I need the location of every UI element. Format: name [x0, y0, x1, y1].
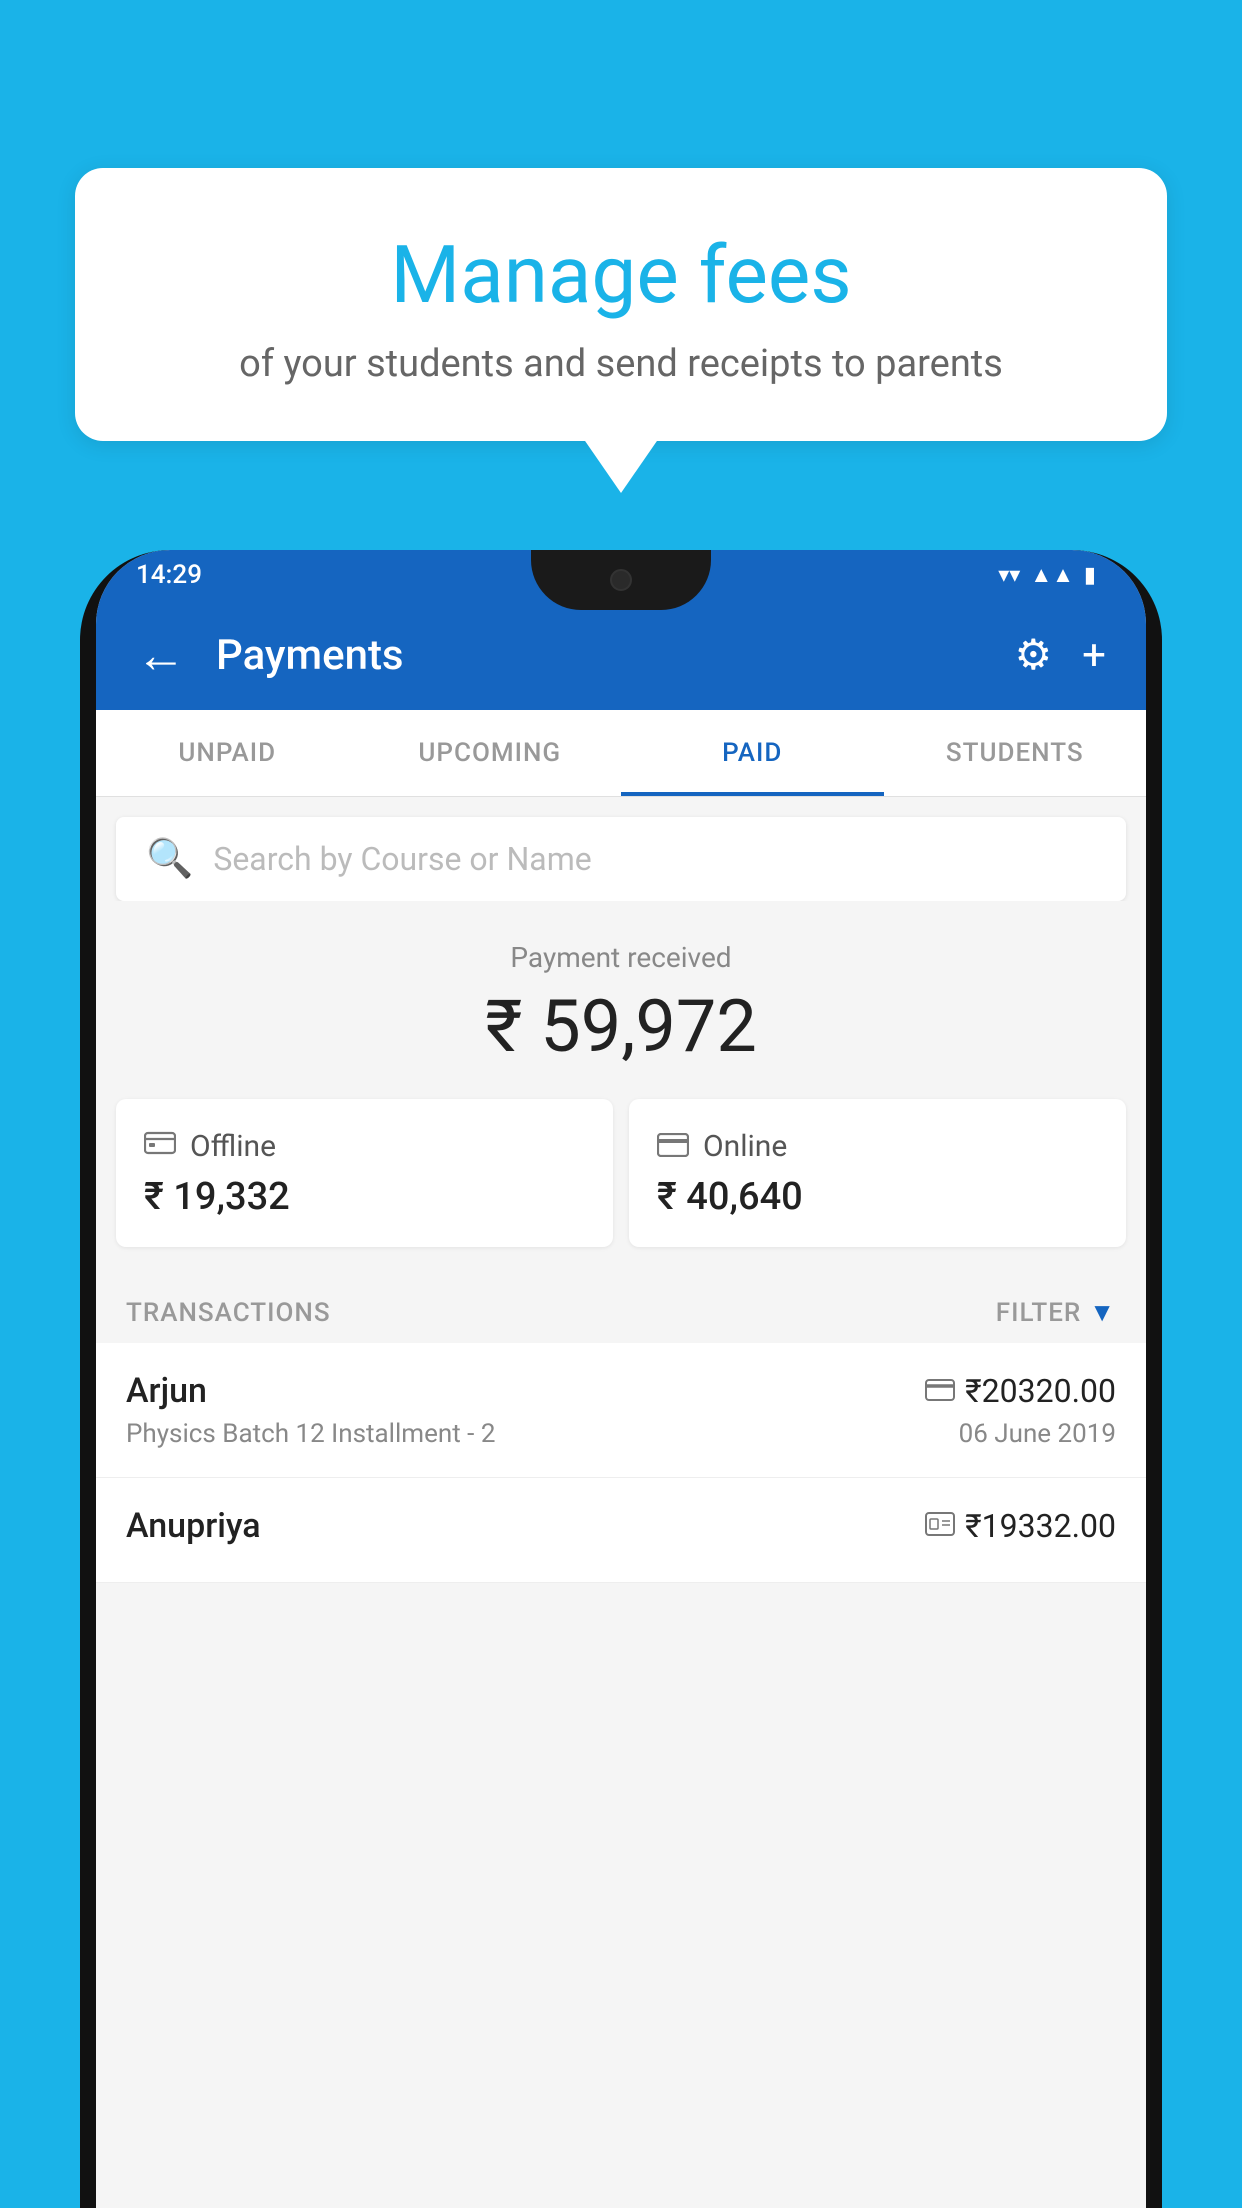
transactions-label: TRANSACTIONS — [126, 1298, 331, 1328]
online-card-header: Online — [657, 1127, 1098, 1165]
offline-amount: ₹ 19,332 — [144, 1175, 585, 1219]
transaction-row[interactable]: Anupriya ₹19332.00 — [96, 1478, 1146, 1583]
back-button[interactable]: ← — [136, 626, 186, 685]
online-icon — [657, 1127, 689, 1165]
transaction-name: Anupriya — [126, 1506, 261, 1546]
card-payment-icon — [925, 1375, 955, 1408]
transactions-header: TRANSACTIONS FILTER ▼ — [96, 1277, 1146, 1343]
app-bar: ← Payments ⚙ + — [96, 600, 1146, 710]
payment-received-label: Payment received — [116, 941, 1126, 974]
cash-payment-icon — [925, 1510, 955, 1543]
transaction-top: Anupriya ₹19332.00 — [126, 1506, 1116, 1546]
tab-students[interactable]: STUDENTS — [884, 710, 1147, 796]
transaction-date: 06 June 2019 — [959, 1419, 1116, 1449]
transaction-top: Arjun ₹20320.00 — [126, 1371, 1116, 1411]
tab-paid[interactable]: PAID — [621, 710, 884, 796]
transaction-amount: ₹20320.00 — [965, 1372, 1116, 1410]
offline-card-header: Offline — [144, 1127, 585, 1165]
phone-screen: 14:29 ▾▾ ▲▲ ▮ ← Payments ⚙ + UNPAID UPCO… — [96, 550, 1146, 2208]
bubble-subtitle: of your students and send receipts to pa… — [125, 342, 1117, 386]
transaction-row[interactable]: Arjun ₹20320.00 Physics Batch 12 Install… — [96, 1343, 1146, 1478]
tab-upcoming[interactable]: UPCOMING — [359, 710, 622, 796]
camera — [610, 569, 632, 591]
online-label: Online — [703, 1129, 787, 1164]
speech-bubble: Manage fees of your students and send re… — [75, 168, 1167, 441]
transaction-detail: Physics Batch 12 Installment - 2 — [126, 1419, 495, 1449]
app-bar-actions: ⚙ + — [1015, 630, 1107, 680]
payment-total-amount: ₹ 59,972 — [116, 984, 1126, 1069]
wifi-icon: ▾▾ — [998, 563, 1020, 588]
offline-icon — [144, 1127, 176, 1165]
add-icon[interactable]: + — [1082, 631, 1106, 680]
filter-button[interactable]: FILTER ▼ — [996, 1297, 1116, 1328]
online-payment-card: Online ₹ 40,640 — [629, 1099, 1126, 1247]
search-icon: 🔍 — [146, 837, 193, 881]
signal-icon: ▲▲ — [1030, 562, 1074, 588]
settings-icon[interactable]: ⚙ — [1015, 630, 1053, 680]
search-bar[interactable]: 🔍 Search by Course or Name — [116, 817, 1126, 901]
offline-label: Offline — [190, 1129, 276, 1164]
bubble-title: Manage fees — [125, 228, 1117, 322]
status-time: 14:29 — [136, 560, 202, 590]
battery-icon: ▮ — [1084, 563, 1096, 588]
transaction-name: Arjun — [126, 1371, 207, 1411]
status-icons: ▾▾ ▲▲ ▮ — [998, 562, 1096, 588]
search-input[interactable]: Search by Course or Name — [213, 840, 591, 878]
filter-label: FILTER — [996, 1298, 1081, 1328]
offline-payment-card: Offline ₹ 19,332 — [116, 1099, 613, 1247]
phone-notch — [531, 550, 711, 610]
payment-received-section: Payment received ₹ 59,972 — [96, 901, 1146, 1099]
screen-content: 🔍 Search by Course or Name Payment recei… — [96, 797, 1146, 1583]
transaction-bottom: Physics Batch 12 Installment - 2 06 June… — [126, 1419, 1116, 1449]
online-amount: ₹ 40,640 — [657, 1175, 1098, 1219]
tab-unpaid[interactable]: UNPAID — [96, 710, 359, 796]
transaction-amount-wrap: ₹20320.00 — [925, 1372, 1116, 1410]
app-bar-title: Payments — [216, 631, 1015, 680]
tabs-bar: UNPAID UPCOMING PAID STUDENTS — [96, 710, 1146, 797]
filter-icon: ▼ — [1089, 1297, 1116, 1328]
phone-frame: 14:29 ▾▾ ▲▲ ▮ ← Payments ⚙ + UNPAID UPCO… — [80, 550, 1162, 2208]
payment-cards: Offline ₹ 19,332 Online ₹ 4 — [96, 1099, 1146, 1277]
transaction-amount-wrap: ₹19332.00 — [925, 1507, 1116, 1545]
transaction-amount: ₹19332.00 — [965, 1507, 1116, 1545]
